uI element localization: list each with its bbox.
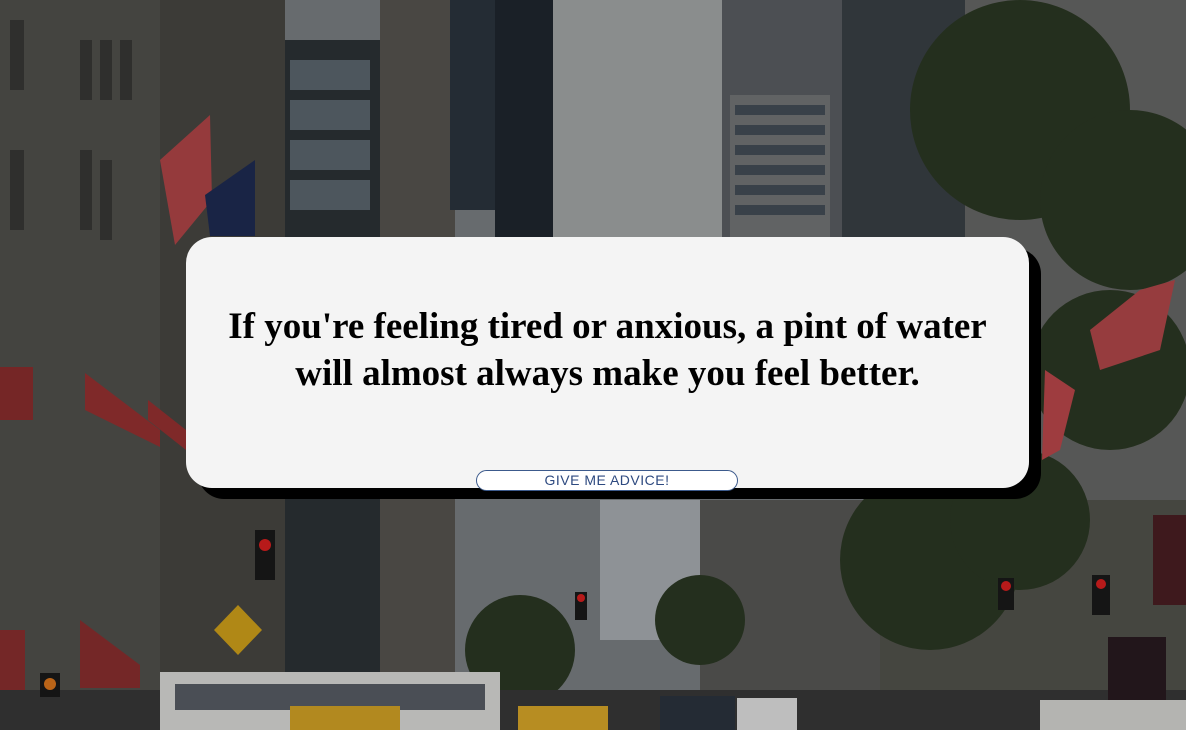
advice-card: If you're feeling tired or anxious, a pi… (186, 237, 1029, 491)
advice-quote: If you're feeling tired or anxious, a pi… (228, 306, 987, 394)
give-me-advice-button[interactable]: GIVE ME ADVICE! (476, 470, 738, 491)
